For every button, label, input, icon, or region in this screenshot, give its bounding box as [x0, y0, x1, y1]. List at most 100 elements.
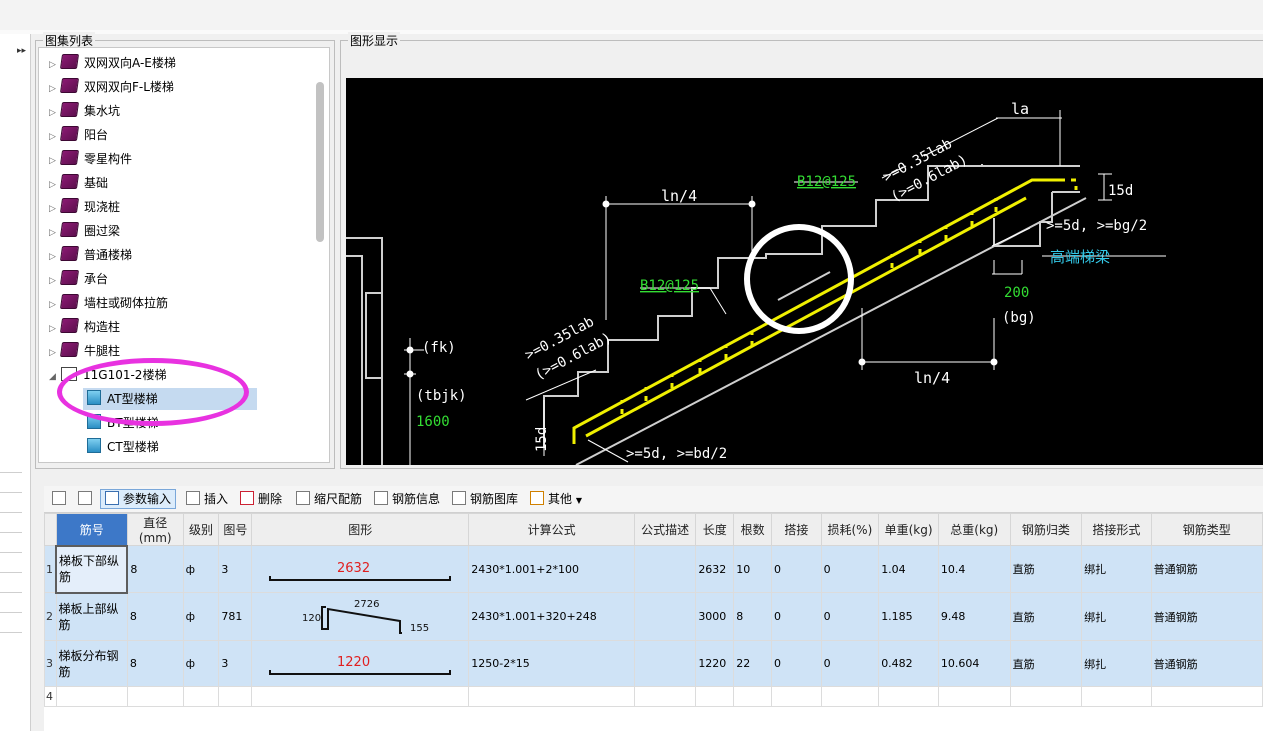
header-lap-form[interactable]: 搭接形式 [1081, 513, 1152, 546]
count-cell[interactable]: 10 [733, 545, 773, 593]
rebar-type-cell[interactable]: 普通钢筋 [1150, 592, 1263, 641]
header-formula[interactable]: 计算公式 [468, 513, 635, 546]
header-bar-no[interactable]: 筋号 [55, 513, 128, 546]
expand-triangle-icon[interactable]: ▷ [49, 318, 61, 340]
length-cell[interactable]: 3000 [695, 592, 735, 641]
empty-cell[interactable] [733, 686, 773, 707]
formula-desc-cell[interactable] [633, 545, 697, 593]
unit-weight-cell[interactable]: 1.185 [878, 592, 939, 641]
other-menu-button[interactable]: 其他 ▼ [530, 490, 582, 508]
category-cell[interactable]: 直筋 [1009, 545, 1083, 593]
expand-triangle-icon[interactable]: ▷ [49, 102, 61, 124]
tree-item-castpile[interactable]: ▷ 现浇桩 [49, 196, 120, 218]
tree-item-stair-fl[interactable]: ▷ 双网双向F-L楼梯 [49, 76, 174, 98]
header-rebar-type[interactable]: 钢筋类型 [1150, 513, 1263, 546]
table-row-empty[interactable]: 4 [44, 686, 1263, 707]
insert-button[interactable]: 插入 [186, 490, 228, 508]
header-formula-desc[interactable]: 公式描述 [633, 513, 697, 546]
row-number[interactable]: 2 [44, 592, 57, 641]
figure-no-cell[interactable]: 3 [218, 545, 253, 593]
length-cell[interactable]: 2632 [695, 545, 735, 593]
empty-cell[interactable] [633, 686, 697, 707]
formula-cell[interactable]: 2430*1.001+2*100 [468, 545, 635, 593]
unit-weight-cell[interactable]: 0.482 [878, 640, 939, 687]
move-up-button[interactable] [52, 490, 70, 508]
lap-cell[interactable]: 0 [771, 640, 822, 687]
formula-cell[interactable]: 1250-2*15 [468, 640, 635, 687]
empty-cell[interactable] [218, 686, 253, 707]
header-count[interactable]: 根数 [733, 513, 773, 546]
rebar-type-cell[interactable]: 普通钢筋 [1150, 640, 1263, 687]
expand-triangle-icon[interactable]: ▷ [49, 222, 61, 244]
expand-triangle-icon[interactable]: ▷ [49, 174, 61, 196]
total-weight-cell[interactable]: 10.4 [937, 545, 1011, 593]
shape-cell[interactable]: 1220 [251, 640, 470, 687]
tree-item-corbel[interactable]: ▷ 牛腿柱 [49, 340, 120, 362]
expand-triangle-icon[interactable]: ▷ [49, 270, 61, 292]
tree-item-constr-column[interactable]: ▷ 构造柱 [49, 316, 120, 338]
total-weight-cell[interactable]: 9.48 [937, 592, 1011, 641]
expand-arrow-icon[interactable]: ▸▸ [17, 46, 26, 56]
header-unit-weight[interactable]: 单重(kg) [878, 513, 939, 546]
empty-cell[interactable] [1150, 686, 1263, 707]
expand-triangle-icon[interactable]: ▷ [49, 126, 61, 148]
empty-cell[interactable] [937, 686, 1011, 707]
table-row[interactable]: 2 梯板上部纵筋 8 ф 781 2726 120 155 2430*1.001… [44, 592, 1263, 641]
expand-triangle-icon[interactable]: ▷ [49, 198, 61, 220]
header-lap[interactable]: 搭接 [771, 513, 822, 546]
lap-form-cell[interactable]: 绑扎 [1081, 545, 1152, 593]
row-number[interactable]: 1 [44, 545, 57, 593]
tree-item-pilecap[interactable]: ▷ 承台 [49, 268, 108, 290]
header-length[interactable]: 长度 [695, 513, 735, 546]
table-row[interactable]: 1 梯板下部纵筋 8 ф 3 2632 2430*1.001+2*100 263… [44, 544, 1263, 594]
grade-cell[interactable]: ф [182, 592, 220, 641]
expand-triangle-icon[interactable]: ▷ [49, 342, 61, 364]
empty-cell[interactable] [468, 686, 635, 707]
tree-item-ct-stair[interactable]: CT型楼梯 [83, 436, 159, 458]
tree-item-stair[interactable]: ▷ 普通楼梯 [49, 244, 132, 266]
formula-desc-cell[interactable] [633, 640, 697, 687]
empty-cell[interactable] [55, 686, 128, 707]
tree-item-balcony[interactable]: ▷ 阳台 [49, 124, 108, 146]
header-figure-no[interactable]: 图号 [218, 513, 253, 546]
expand-triangle-icon[interactable]: ▷ [49, 78, 61, 100]
tree-item-wall-tie[interactable]: ▷ 墙柱或砌体拉筋 [49, 292, 168, 314]
bar-name-cell[interactable]: 梯板下部纵筋 [54, 544, 129, 594]
count-cell[interactable]: 22 [733, 640, 773, 687]
expand-triangle-icon[interactable]: ▷ [49, 54, 61, 76]
grade-cell[interactable]: ф [182, 640, 220, 687]
expand-triangle-icon[interactable]: ▷ [49, 150, 61, 172]
header-shape[interactable]: 图形 [251, 513, 470, 546]
empty-cell[interactable] [695, 686, 735, 707]
empty-cell[interactable] [1081, 686, 1152, 707]
param-input-button[interactable]: 参数输入 [100, 489, 177, 509]
diameter-cell[interactable]: 8 [126, 640, 184, 687]
row-number[interactable]: 4 [44, 686, 57, 707]
loss-cell[interactable]: 0 [820, 545, 880, 593]
header-category[interactable]: 钢筋归类 [1009, 513, 1083, 546]
expand-triangle-icon[interactable]: ▷ [49, 294, 61, 316]
category-cell[interactable]: 直筋 [1009, 640, 1083, 687]
total-weight-cell[interactable]: 10.604 [937, 640, 1011, 687]
table-row[interactable]: 3 梯板分布钢筋 8 ф 3 1220 1250-2*15 1220 22 0 … [44, 640, 1263, 687]
tree-item-stair-ae[interactable]: ▷ 双网双向A-E楼梯 [49, 52, 176, 74]
lap-form-cell[interactable]: 绑扎 [1081, 640, 1152, 687]
delete-button[interactable]: 删除 [240, 490, 282, 508]
shape-cell[interactable]: 2726 120 155 [251, 592, 470, 641]
loss-cell[interactable]: 0 [820, 592, 880, 641]
category-cell[interactable]: 直筋 [1009, 592, 1083, 641]
scale-rebar-button[interactable]: 缩尺配筋 [296, 490, 362, 508]
row-number[interactable]: 3 [44, 640, 57, 687]
figure-no-cell[interactable]: 3 [218, 640, 253, 687]
tree-scrollbar[interactable] [316, 82, 324, 242]
tree-item-misc[interactable]: ▷ 零星构件 [49, 148, 132, 170]
empty-cell[interactable] [251, 686, 470, 707]
empty-cell[interactable] [182, 686, 220, 707]
rebar-library-button[interactable]: 钢筋图库 [452, 490, 518, 508]
empty-cell[interactable] [1009, 686, 1083, 707]
diameter-cell[interactable]: 8 [126, 545, 184, 593]
header-total-weight[interactable]: 总重(kg) [937, 513, 1011, 546]
bar-name-cell[interactable]: 梯板分布钢筋 [55, 640, 128, 687]
unit-weight-cell[interactable]: 1.04 [878, 545, 939, 593]
lap-form-cell[interactable]: 绑扎 [1081, 592, 1152, 641]
